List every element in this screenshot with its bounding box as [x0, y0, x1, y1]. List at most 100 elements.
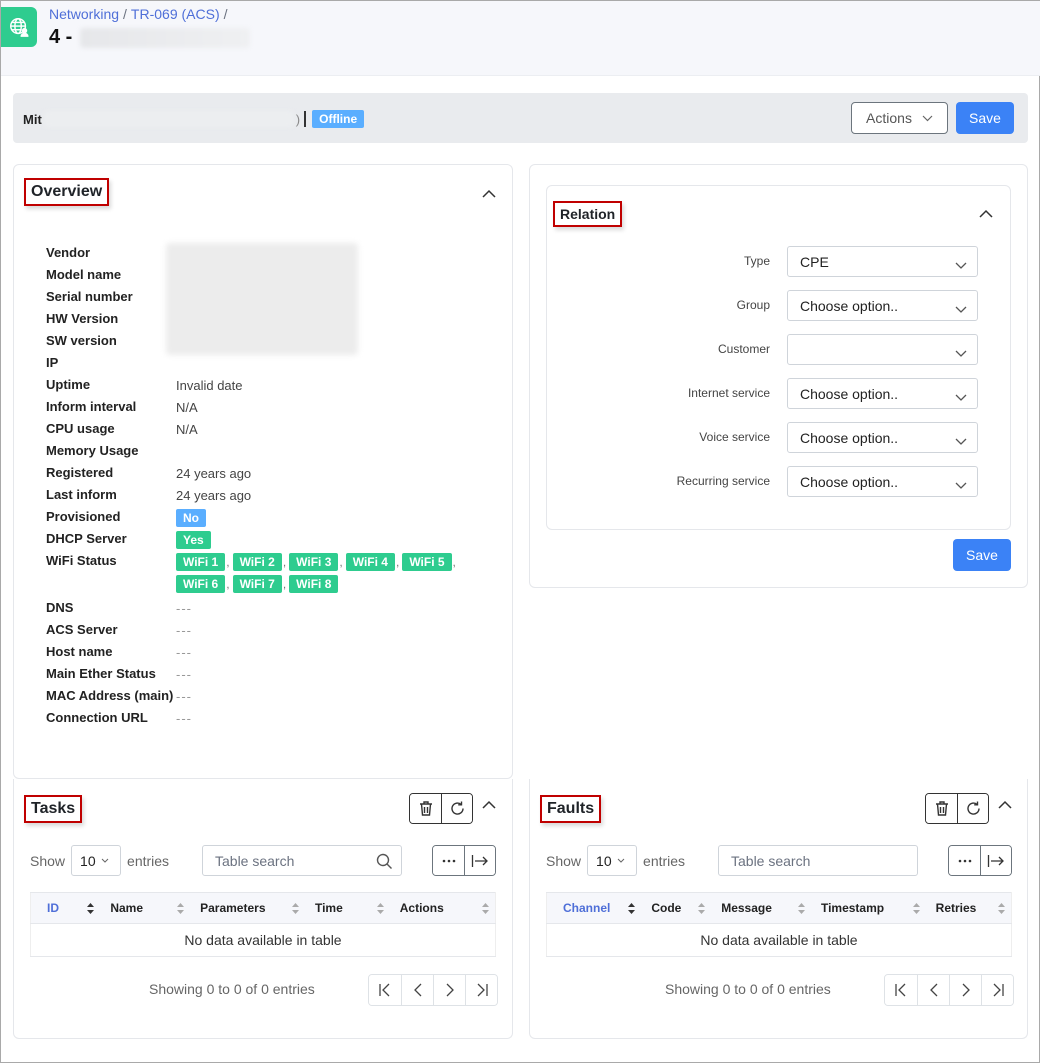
select-value: Choose option.. — [800, 429, 899, 446]
relation-field: Customer — [547, 334, 1010, 378]
relation-field: Group Choose option.. — [547, 290, 1010, 334]
refresh-button[interactable] — [441, 794, 472, 823]
overview-value-text: N/A — [176, 422, 198, 437]
first-page-button[interactable] — [885, 975, 917, 1005]
table-search-input[interactable] — [731, 852, 881, 869]
column-label: Name — [110, 901, 144, 915]
next-page-button[interactable] — [949, 975, 981, 1005]
more-options-button[interactable] — [949, 846, 980, 875]
breadcrumb-networking[interactable]: Networking — [49, 6, 119, 22]
overview-value: --- — [176, 663, 486, 683]
column-header[interactable]: Actions — [389, 892, 496, 924]
refresh-button[interactable] — [957, 794, 988, 823]
empty-row: No data available in table — [546, 923, 1012, 957]
show-label: Show — [30, 852, 66, 869]
type-select[interactable]: CPE — [787, 246, 978, 277]
overview-row-provisioned: Provisioned No — [46, 506, 486, 528]
entries-select[interactable]: 10 — [587, 845, 638, 876]
pagination — [884, 974, 1014, 1006]
column-label: Actions — [399, 901, 444, 915]
column-header[interactable]: Code — [641, 892, 712, 924]
chevron-right-icon — [446, 983, 454, 997]
overview-value: N/A — [176, 396, 486, 416]
group-select[interactable]: Choose option.. — [787, 290, 978, 321]
column-header[interactable]: Name — [100, 892, 191, 924]
select-value: CPE — [800, 253, 829, 270]
entries-length: Show 10 entries — [546, 845, 685, 876]
page-header: Networking / TR-069 (ACS)/ 4 - — [1, 1, 1040, 76]
chevron-down-icon — [955, 345, 967, 361]
prev-page-button[interactable] — [401, 975, 433, 1005]
save-button[interactable]: Save — [956, 102, 1014, 134]
overview-row: Memory Usage — [46, 440, 486, 462]
overview-label: Memory Usage — [46, 443, 139, 458]
more-options-button[interactable] — [433, 846, 464, 875]
wifi-item: WiFi 1, — [176, 553, 233, 571]
last-page-button[interactable] — [465, 975, 497, 1005]
chevron-up-icon[interactable] — [480, 185, 498, 203]
export-button[interactable] — [980, 846, 1011, 875]
table-search[interactable] — [202, 845, 402, 876]
next-page-button[interactable] — [433, 975, 465, 1005]
field-label: Internet service — [687, 386, 770, 400]
overview-value-text: --- — [176, 645, 192, 660]
overview-value: 24 years ago — [176, 484, 486, 504]
chevron-up-icon[interactable] — [480, 796, 498, 814]
section-title-tasks: Tasks — [24, 795, 83, 823]
customer-select[interactable] — [787, 334, 978, 365]
overview-label: IP — [46, 355, 59, 370]
prev-page-button[interactable] — [917, 975, 949, 1005]
overview-label: DNS — [46, 600, 74, 615]
relation-save-button[interactable]: Save — [953, 539, 1011, 571]
column-header[interactable]: Timestamp — [810, 892, 926, 924]
wifi-item: WiFi 6, — [176, 575, 233, 593]
overview-row: Host name --- — [46, 641, 486, 663]
first-page-button[interactable] — [369, 975, 401, 1005]
breadcrumb-tr069[interactable]: TR-069 (ACS) — [131, 6, 220, 22]
column-header[interactable]: Time — [304, 892, 390, 924]
overview-value-text: --- — [176, 667, 192, 682]
column-header[interactable]: Channel — [546, 892, 642, 924]
overview-label: Host name — [46, 644, 113, 659]
device-name: Mit ) Offline — [23, 110, 365, 128]
internet-service-select[interactable]: Choose option.. — [787, 378, 978, 409]
device-bar: Mit ) Offline Actions Save — [13, 93, 1028, 143]
select-value: Choose option.. — [800, 297, 899, 314]
ellipsis-icon — [442, 859, 455, 862]
delete-button[interactable] — [410, 794, 441, 823]
overview-label: Serial number — [46, 289, 133, 304]
overview-value — [176, 352, 486, 355]
separator: , — [282, 577, 287, 591]
table-search-input[interactable] — [215, 852, 365, 869]
overview-row: Vendor — [46, 242, 486, 264]
column-header[interactable]: Message — [711, 892, 811, 924]
overview-label: Model name — [46, 267, 122, 282]
table-search[interactable] — [718, 845, 918, 876]
arrow-right-bar-icon — [471, 854, 488, 867]
empty-message: No data available in table — [30, 923, 496, 957]
overview-row: Model name — [46, 264, 486, 286]
column-header[interactable]: ID — [30, 892, 101, 924]
column-header[interactable]: Retries — [925, 892, 1012, 924]
delete-button[interactable] — [926, 794, 957, 823]
voice-service-select[interactable]: Choose option.. — [787, 422, 978, 453]
overview-label: Inform interval — [46, 399, 137, 414]
entries-select[interactable]: 10 — [71, 845, 122, 876]
overview-value: --- — [176, 707, 486, 727]
chevron-down-icon — [955, 477, 967, 493]
last-page-button[interactable] — [981, 975, 1013, 1005]
recurring-service-select[interactable]: Choose option.. — [787, 466, 978, 497]
overview-row: Inform interval N/A — [46, 396, 486, 418]
first-page-icon — [379, 983, 390, 997]
export-button[interactable] — [464, 846, 495, 875]
chevron-up-icon[interactable] — [996, 796, 1014, 814]
table-tools — [948, 845, 1012, 876]
wifi-item: WiFi 8 — [289, 575, 339, 593]
table-tools — [432, 845, 496, 876]
relation-card: Relation Type CPE Group Choose option.. Cu… — [529, 164, 1028, 588]
actions-dropdown[interactable]: Actions — [851, 102, 948, 134]
overview-value-text: Invalid date — [176, 378, 243, 393]
chevron-up-icon[interactable] — [977, 205, 995, 223]
column-label: ID — [47, 901, 59, 915]
column-header[interactable]: Parameters — [190, 892, 305, 924]
